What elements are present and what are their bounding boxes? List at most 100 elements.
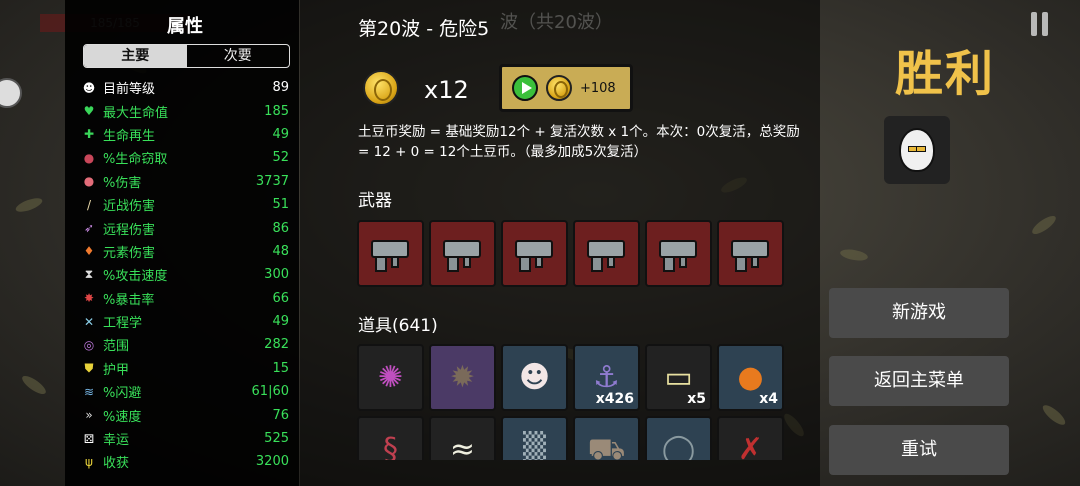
stats-title: 属性 [167,16,203,37]
tab-secondary[interactable]: 次要 [187,45,290,67]
stat-row[interactable]: ♥ 最大生命值 185 [81,99,289,122]
stat-row[interactable]: ● %伤害 3737 [81,170,289,193]
coin-count: x12 [424,76,469,104]
stat-row[interactable]: ✸ %暴击率 66 [81,287,289,310]
stat-value: 86 [272,220,289,236]
stat-value: 525 [264,431,289,447]
stat-label: 幸运 [103,433,130,449]
item-slot[interactable]: ≈ [429,416,496,460]
bonus-amount: +108 [580,80,616,96]
item-slot[interactable]: § [357,416,424,460]
stat-row[interactable]: ● %生命窃取 52 [81,146,289,169]
net-icon: ▒ [522,431,547,460]
elemental-icon: ♦ [83,244,95,259]
heart-icon: ♥ [83,104,95,119]
tab-primary[interactable]: 主要 [84,45,187,67]
weapon-slot[interactable] [645,220,712,287]
weapon-slots [357,220,784,287]
stat-value: 52 [272,150,289,166]
item-slot[interactable]: ⛟ [573,416,640,460]
range-icon: ◎ [83,337,95,352]
armor-icon: ⛊ [84,360,94,375]
item-slot[interactable]: ▭ x5 [645,344,712,411]
stat-label: 目前等级 [103,82,156,98]
engineering-icon: ✕ [83,314,95,329]
stat-row[interactable]: ➶ 远程伤害 86 [81,216,289,239]
stat-row[interactable]: ⛊ 护甲 15 [81,357,289,380]
stat-label: %生命窃取 [103,152,168,168]
stat-value: 185 [264,103,289,119]
stat-label: %攻击速度 [103,269,168,285]
pistol-icon [369,234,413,274]
potato-coin-icon [546,75,572,101]
stat-value: 48 [272,243,289,259]
watch-ad-bonus-button[interactable]: +108 [499,64,633,112]
stat-value: 3200 [255,454,289,470]
mine-icon: ✹ [449,359,476,395]
stat-label: 近战伤害 [103,199,156,215]
stat-label: 最大生命值 [103,105,169,121]
player-portrait-icon [0,78,22,108]
regen-icon: ✚ [83,127,95,142]
stat-label: 工程学 [103,316,143,332]
stat-value: 3737 [255,173,289,189]
potato-coin-icon [363,70,399,106]
item-slot[interactable]: ● x4 [717,344,784,411]
stat-value: 66 [272,290,289,306]
stat-label: %暴击率 [103,292,155,308]
cart-icon: ⛟ [587,431,626,460]
item-slot[interactable]: ✺ [357,344,424,411]
item-slot[interactable]: ☻ [501,344,568,411]
victory-title: 胜利 [895,46,996,102]
retry-button[interactable]: 重试 [829,425,1009,475]
stat-label: 护甲 [103,362,130,378]
stat-row[interactable]: ◎ 范围 282 [81,333,289,356]
items-heading: 道具(641) [358,316,438,336]
item-slot[interactable]: ✹ [429,344,496,411]
clown-mask-icon: ☻ [518,359,551,395]
banknote-icon: ▭ [664,359,693,395]
stat-row[interactable]: ≋ %闪避 61|60 [81,380,289,403]
stat-label: 生命再生 [103,128,156,144]
item-slot[interactable]: ◯ [645,416,712,460]
stat-row[interactable]: ♦ 元素伤害 48 [81,240,289,263]
dodge-icon: ≋ [83,384,95,399]
weapon-slot[interactable] [717,220,784,287]
pause-icon [1041,12,1048,36]
harvest-icon: ψ [85,454,93,469]
weapon-slot[interactable] [357,220,424,287]
stat-value: 51 [272,197,289,213]
item-slot[interactable]: ✗ [717,416,784,460]
item-slots: ✺ ✹ ☻ ⚓ x426 ▭ x5 ● x4 § ≈ ▒ ⛟ ◯ ✗ [357,344,789,460]
item-slot[interactable]: ▒ [501,416,568,460]
leaf-decoration [1040,402,1068,428]
stat-row[interactable]: » %速度 76 [81,403,289,426]
stat-label: 元素伤害 [103,245,156,261]
item-quantity: x4 [759,391,778,407]
weapons-heading: 武器 [358,191,392,211]
pistol-icon [657,234,701,274]
play-icon [512,75,538,101]
melee-icon: / [86,197,92,212]
stat-value: 15 [272,360,289,376]
stat-row[interactable]: ✚ 生命再生 49 [81,123,289,146]
stat-row[interactable]: ✕ 工程学 49 [81,310,289,333]
wave-title: 第20波 - 危险5 [358,18,490,40]
pumpkin-icon: ● [737,359,764,395]
weapon-slot[interactable] [429,220,496,287]
pause-button[interactable] [1026,12,1052,38]
stat-row[interactable]: ⧗ %攻击速度 300 [81,263,289,286]
main-menu-button[interactable]: 返回主菜单 [829,356,1009,406]
stat-row[interactable]: ⚄ 幸运 525 [81,427,289,450]
weapon-slot[interactable] [573,220,640,287]
item-slot[interactable]: ⚓ x426 [573,344,640,411]
pistol-icon [729,234,773,274]
fishing-rod-icon: ⚓ [593,359,620,395]
stat-row[interactable]: ψ 收获 3200 [81,450,289,473]
new-game-button[interactable]: 新游戏 [829,288,1009,338]
stat-row[interactable]: ☻ 目前等级 89 [81,76,289,99]
stat-row[interactable]: / 近战伤害 51 [81,193,289,216]
luck-icon: ⚄ [83,431,95,446]
weapon-slot[interactable] [501,220,568,287]
item-quantity: x426 [595,391,634,407]
